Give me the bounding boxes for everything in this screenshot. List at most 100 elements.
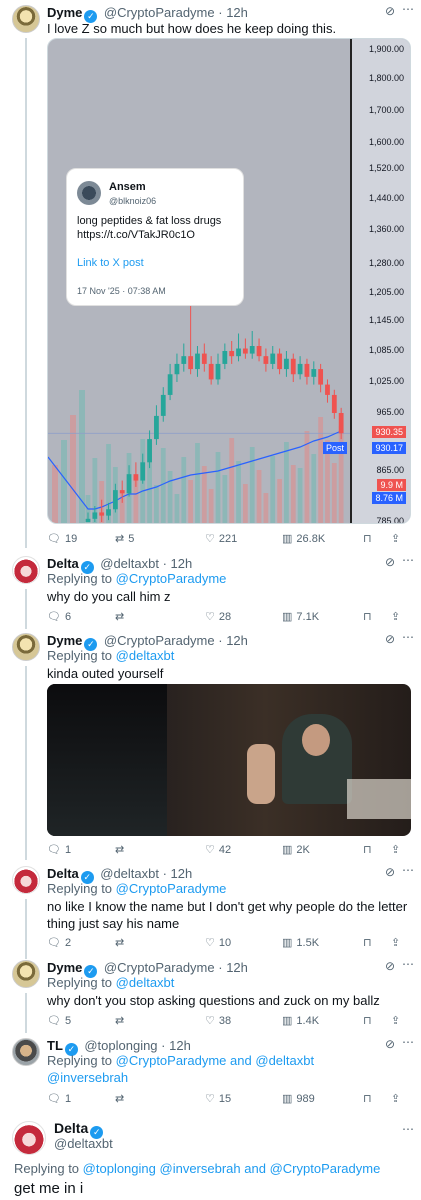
bookmark-button[interactable]: ⊓ [363, 532, 372, 545]
avatar[interactable] [12, 1121, 46, 1155]
grok-icon[interactable]: ⊘ [385, 1037, 395, 1051]
avatar[interactable] [12, 1038, 40, 1066]
reply-button[interactable]: 🗨︎ 2 [47, 936, 71, 950]
y-tick-label: 1,085.00 [368, 345, 404, 355]
like-button[interactable]: ♡ 38 [205, 1014, 231, 1028]
display-name[interactable]: Dyme [47, 5, 82, 20]
repost-button[interactable]: ⇄ [115, 936, 124, 949]
reply-button[interactable]: 🗨︎ 19 [47, 532, 77, 546]
display-name[interactable]: TL [47, 1038, 63, 1053]
reply-button[interactable]: 🗨︎ 5 [47, 1014, 71, 1028]
display-name[interactable]: Delta [47, 556, 79, 571]
timestamp[interactable]: 12h [169, 1038, 191, 1053]
display-name[interactable]: Dyme [47, 633, 82, 648]
timestamp[interactable]: 12h [226, 5, 248, 20]
candle-body [277, 353, 282, 370]
bookmark-button[interactable]: ⊓ [363, 1092, 372, 1105]
like-button[interactable]: ♡ 10 [205, 936, 231, 950]
volume-bar [242, 484, 248, 523]
mention-link[interactable]: @inversebrah [160, 1161, 241, 1176]
views-button[interactable]: ▥ 7.1K [282, 610, 319, 624]
volume-tag: 9.9 M [377, 479, 406, 491]
repost-button[interactable]: ⇄ 5 [115, 532, 134, 546]
views-button[interactable]: ▥ 2K [282, 843, 310, 857]
grok-icon[interactable]: ⊘ [385, 4, 395, 18]
user-handle[interactable]: @CryptoParadyme [104, 5, 215, 20]
bookmark-button[interactable]: ⊓ [363, 843, 372, 856]
display-name[interactable]: Delta [54, 1120, 88, 1136]
mention-link[interactable]: @inversebrah [47, 1070, 128, 1085]
grok-icon[interactable]: ⊘ [385, 865, 395, 879]
grok-icon[interactable]: ⊘ [385, 632, 395, 646]
user-handle[interactable]: @toplonging [84, 1038, 157, 1053]
user-handle[interactable]: @deltaxbt [100, 866, 159, 881]
share-button[interactable]: ⇪ [391, 843, 400, 856]
views-button[interactable]: ▥ 1.5K [282, 936, 319, 950]
avatar[interactable] [12, 866, 40, 894]
avatar[interactable] [12, 960, 40, 988]
like-button[interactable]: ♡ 42 [205, 843, 231, 857]
like-button[interactable]: ♡ 28 [205, 610, 231, 624]
user-handle[interactable]: @CryptoParadyme [104, 633, 215, 648]
reply-button[interactable]: 🗨︎ 1 [47, 1092, 71, 1106]
views-button[interactable]: ▥ 26.8K [282, 532, 325, 546]
candle-body [284, 358, 289, 370]
share-button[interactable]: ⇪ [391, 1014, 400, 1027]
more-icon[interactable]: ⋯ [402, 2, 415, 16]
grok-icon[interactable]: ⊘ [385, 555, 395, 569]
tweet-actions: 🗨︎ 6 ⇄ ♡ 28 ▥ 7.1K ⊓ ⇪ [47, 610, 411, 626]
display-name[interactable]: Delta [47, 866, 79, 881]
more-icon[interactable]: ⋯ [402, 863, 414, 877]
mention-link[interactable]: @deltaxbt [116, 975, 175, 990]
timestamp[interactable]: 12h [226, 633, 248, 648]
more-icon[interactable]: ⋯ [402, 1122, 414, 1136]
embedded-post-card[interactable]: Ansem @blknoiz06 long peptides & fat los… [66, 168, 244, 306]
share-button[interactable]: ⇪ [391, 532, 400, 545]
repost-button[interactable]: ⇄ [115, 610, 124, 623]
grok-icon[interactable]: ⊘ [385, 959, 395, 973]
views-button[interactable]: ▥ 1.4K [282, 1014, 319, 1028]
views-button[interactable]: ▥ 989 [282, 1092, 315, 1106]
mention-link[interactable]: @deltaxbt [116, 648, 175, 663]
reply-button[interactable]: 🗨︎ 1 [47, 843, 71, 857]
display-name[interactable]: Dyme [47, 960, 82, 975]
bookmark-button[interactable]: ⊓ [363, 1014, 372, 1027]
user-handle[interactable]: @CryptoParadyme [104, 960, 215, 975]
media-image[interactable] [47, 684, 411, 836]
like-button[interactable]: ♡ 221 [205, 532, 237, 546]
repost-button[interactable]: ⇄ [115, 1014, 124, 1027]
tweet-actions: 🗨︎ 1 ⇄ ♡ 15 ▥ 989 ⊓ ⇪ [47, 1092, 411, 1108]
avatar[interactable] [12, 5, 40, 33]
avatar[interactable] [12, 556, 40, 584]
embed-link[interactable]: Link to X post [77, 257, 144, 269]
repost-button[interactable]: ⇄ [115, 843, 124, 856]
share-button[interactable]: ⇪ [391, 1092, 400, 1105]
mention-link[interactable]: @CryptoParadyme [116, 1053, 227, 1068]
mention-link[interactable]: @deltaxbt [255, 1053, 314, 1068]
repost-button[interactable]: ⇄ [115, 1092, 124, 1105]
scene-table [347, 779, 411, 819]
mention-link[interactable]: @toplonging [83, 1161, 156, 1176]
mention-link[interactable]: @CryptoParadyme [270, 1161, 381, 1176]
bookmark-button[interactable]: ⊓ [363, 936, 372, 949]
timestamp[interactable]: 12h [171, 866, 193, 881]
timestamp[interactable]: 12h [171, 556, 193, 571]
like-button[interactable]: ♡ 15 [205, 1092, 231, 1106]
embed-url[interactable]: https://t.co/VTakJR0c1O [77, 229, 195, 241]
volume-bar [284, 442, 289, 523]
user-handle[interactable]: @deltaxbt [100, 556, 159, 571]
more-icon[interactable]: ⋯ [402, 1035, 414, 1049]
mention-link[interactable]: @CryptoParadyme [116, 571, 227, 586]
more-icon[interactable]: ⋯ [402, 957, 414, 971]
timestamp[interactable]: 12h [226, 960, 248, 975]
more-icon[interactable]: ⋯ [402, 630, 414, 644]
share-button[interactable]: ⇪ [391, 610, 400, 623]
replying-to: Replying to @deltaxbt [47, 975, 175, 990]
more-icon[interactable]: ⋯ [402, 553, 414, 567]
bookmark-button[interactable]: ⊓ [363, 610, 372, 623]
mention-link[interactable]: @CryptoParadyme [116, 881, 227, 896]
avatar[interactable] [12, 633, 40, 661]
user-handle[interactable]: @deltaxbt [54, 1136, 113, 1151]
share-button[interactable]: ⇪ [391, 936, 400, 949]
reply-button[interactable]: 🗨︎ 6 [47, 610, 71, 624]
